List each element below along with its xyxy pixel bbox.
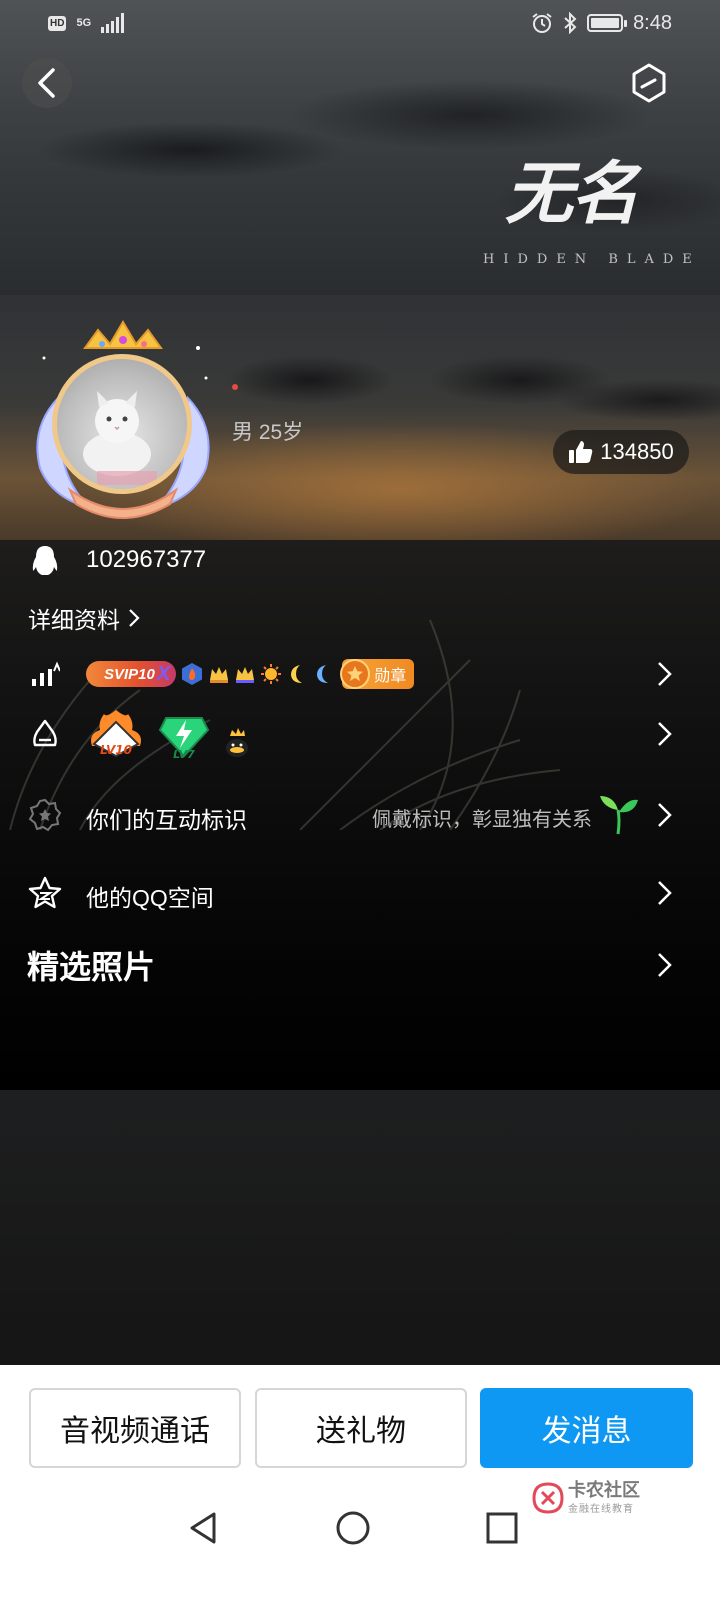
empty-area <box>0 1090 720 1395</box>
lv-badges: LV10 LV7 <box>86 708 252 760</box>
duck-badge-icon <box>226 728 248 757</box>
selected-photos-row[interactable]: 精选照片 <box>0 940 720 990</box>
crown-badge-icon <box>236 667 255 683</box>
cover-logo-subtitle: HIDDEN BLADE <box>483 252 701 267</box>
cover-logo-title: 无名 <box>505 154 639 234</box>
vip-badges: SVIP10 X 勋章 <box>86 659 415 689</box>
status-bar: HD 5G 8:48 <box>0 0 720 46</box>
sprout-icon <box>600 796 638 835</box>
moon-badge-icon <box>317 665 329 683</box>
interaction-mark-row[interactable]: 你们的互动标识 佩戴标识，彰显独有关系 <box>0 792 720 838</box>
video-call-button[interactable]: 音视频通话 <box>29 1388 241 1468</box>
level-badges-row[interactable]: LV10 LV7 <box>0 706 720 762</box>
like-icon <box>569 441 593 463</box>
level-icon <box>28 657 62 691</box>
watermark: 卡农社区 金融在线教育 <box>532 1480 640 1515</box>
medal-badge: 勋章 <box>340 659 415 689</box>
status-dot <box>232 384 238 390</box>
lv10-label: LV10 <box>100 743 132 757</box>
lv7-badge: LV7 <box>158 717 210 760</box>
nav-back-button[interactable] <box>184 1508 224 1548</box>
vip-badges-row[interactable]: SVIP10 X 勋章 <box>0 652 720 696</box>
avatar-photo <box>52 354 192 494</box>
status-right: 8:48 <box>531 12 672 35</box>
medal-star-icon <box>340 659 371 689</box>
send-message-button[interactable]: 发消息 <box>480 1388 693 1468</box>
qq-penguin-icon <box>28 544 62 578</box>
moon-badge-icon <box>291 665 303 683</box>
qzone-row[interactable]: 他的QQ空间 <box>0 870 720 916</box>
nav-recents-button[interactable] <box>482 1508 522 1548</box>
card-switch-icon <box>632 63 666 103</box>
clock: 8:48 <box>633 11 672 34</box>
svip-suffix: X <box>156 662 171 685</box>
qq-number[interactable]: 102967377 <box>86 546 206 574</box>
card-switch-button[interactable] <box>626 60 672 106</box>
bell-icon <box>28 717 62 751</box>
send-gift-button[interactable]: 送礼物 <box>255 1388 467 1468</box>
flame-hex-icon <box>182 663 203 685</box>
watermark-subtitle: 金融在线教育 <box>568 1504 634 1515</box>
network-type: 5G <box>76 16 92 29</box>
watermark-title: 卡农社区 <box>568 1480 640 1500</box>
back-icon <box>38 68 55 98</box>
selected-photos-title: 精选照片 <box>27 949 156 985</box>
star-icon <box>28 876 62 910</box>
medal-label: 勋章 <box>374 668 407 685</box>
back-button[interactable] <box>22 58 72 108</box>
lv7-label: LV7 <box>173 748 195 760</box>
chevron-right-icon <box>658 881 672 905</box>
avatar[interactable] <box>30 318 216 522</box>
hd-indicator: HD <box>48 15 67 31</box>
like-button[interactable]: 134850 <box>553 430 689 474</box>
chevron-right-icon <box>129 609 140 627</box>
bluetooth-icon <box>564 12 577 34</box>
sun-badge-icon <box>261 664 282 684</box>
svip-label: SVIP10 <box>104 665 155 683</box>
like-count: 134850 <box>600 439 674 464</box>
gender-age: 男 25岁 <box>232 421 304 444</box>
interaction-mark-label: 你们的互动标识 <box>86 807 247 833</box>
cat-photo <box>83 391 157 485</box>
qq-number-row: 102967377 <box>0 540 720 582</box>
crown-badge-icon <box>210 667 229 683</box>
qzone-label: 他的QQ空间 <box>86 885 214 911</box>
chevron-right-icon <box>658 722 672 746</box>
status-left: HD 5G <box>48 13 127 33</box>
interaction-mark-hint: 佩戴标识，彰显独有关系 <box>372 809 592 831</box>
chevron-right-icon <box>658 803 672 827</box>
watermark-logo-icon <box>532 1481 564 1514</box>
chevron-right-icon <box>658 662 672 686</box>
svip-badge: SVIP10 X <box>86 661 177 687</box>
chevron-right-icon <box>658 953 672 977</box>
battery-icon <box>587 14 628 32</box>
nav-home-button[interactable] <box>333 1508 373 1548</box>
alarm-icon <box>532 13 552 33</box>
signal-icon <box>101 13 125 33</box>
lv10-badge: LV10 <box>91 710 141 758</box>
detail-info-label: 详细资料 <box>28 607 120 633</box>
gear-badge-icon <box>28 798 62 832</box>
detail-info-link[interactable]: 详细资料 <box>28 601 140 635</box>
